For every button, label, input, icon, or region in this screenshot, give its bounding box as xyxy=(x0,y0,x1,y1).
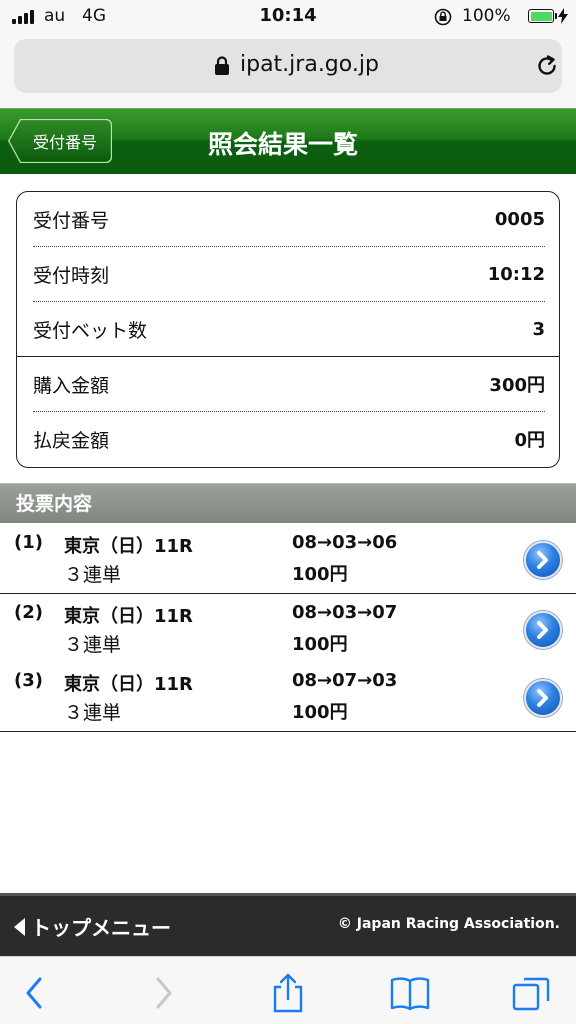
tabs-icon[interactable] xyxy=(512,973,552,1013)
receipt-number-label: 受付番号 xyxy=(33,209,110,232)
receipt-time-label: 受付時刻 xyxy=(33,264,110,287)
bet-row[interactable]: (1) 東京（日）11R ３連単 08→03→06 100円 xyxy=(0,524,576,594)
payout-amount-label: 払戻金額 xyxy=(33,429,110,452)
bet-combination: 08→03→06 xyxy=(292,532,398,553)
bet-index: (1) xyxy=(14,532,43,553)
browser-address-area: ipat.jra.go.jp xyxy=(0,34,576,108)
receipt-number-value: 0005 xyxy=(494,208,545,230)
payout-amount-value: 0円 xyxy=(514,430,545,451)
bookmarks-icon[interactable] xyxy=(390,973,430,1013)
detail-arrow-icon[interactable] xyxy=(524,611,562,649)
copyright-text: © Japan Racing Association. xyxy=(337,916,560,932)
page-title: 照会結果一覧 xyxy=(207,130,358,159)
address-bar[interactable]: ipat.jra.go.jp xyxy=(14,39,562,93)
bet-count-row: 受付ベット数 3 xyxy=(33,302,545,356)
battery-icon xyxy=(528,9,557,23)
footer-bar: トップメニュー © Japan Racing Association. xyxy=(0,893,576,956)
detail-arrow-icon[interactable] xyxy=(524,541,562,579)
charging-bolt-icon xyxy=(558,8,568,24)
bet-index: (2) xyxy=(14,602,43,623)
section-header: 投票内容 xyxy=(0,483,576,523)
app-header: 受付番号 照会結果一覧 xyxy=(0,108,576,174)
bet-row[interactable]: (2) 東京（日）11R ３連単 08→03→07 100円 xyxy=(0,594,576,664)
bet-amount: 100円 xyxy=(292,634,348,655)
bet-type: ３連単 xyxy=(64,564,122,586)
bet-type: ３連単 xyxy=(64,702,122,724)
bet-count-label: 受付ベット数 xyxy=(33,319,148,342)
bet-count-value: 3 xyxy=(532,318,545,340)
bet-index: (3) xyxy=(14,670,43,691)
payout-amount-row: 払戻金額 0円 xyxy=(33,412,545,466)
top-menu-link[interactable]: トップメニュー xyxy=(14,912,171,941)
bet-race: 東京（日）11R xyxy=(64,674,193,695)
bet-row[interactable]: (3) 東京（日）11R ３連単 08→07→03 100円 xyxy=(0,662,576,732)
url-text: ipat.jra.go.jp xyxy=(240,52,379,77)
browser-toolbar xyxy=(0,956,576,1024)
bet-amount: 100円 xyxy=(292,702,348,723)
reload-icon[interactable] xyxy=(534,53,560,79)
forward-chevron-icon[interactable] xyxy=(142,973,182,1013)
purchase-amount-value: 300円 xyxy=(489,375,545,396)
bet-amount: 100円 xyxy=(292,564,348,585)
detail-arrow-icon[interactable] xyxy=(524,679,562,717)
bet-combination: 08→07→03 xyxy=(292,670,398,691)
top-menu-label: トップメニュー xyxy=(31,916,171,940)
bet-race: 東京（日）11R xyxy=(64,536,193,557)
status-bar: au 4G 10:14 100% xyxy=(0,0,576,34)
bet-type: ３連単 xyxy=(64,634,122,656)
purchase-amount-row: 購入金額 300円 xyxy=(33,357,545,411)
bet-combination: 08→03→07 xyxy=(292,602,398,623)
receipt-time-value: 10:12 xyxy=(487,263,545,285)
summary-card: 受付番号 0005 受付時刻 10:12 受付ベット数 3 購入金額 300円 … xyxy=(16,191,560,468)
rotation-lock-icon xyxy=(434,8,452,26)
share-icon[interactable] xyxy=(268,973,308,1013)
lock-icon xyxy=(215,56,229,75)
purchase-amount-label: 購入金額 xyxy=(33,374,110,397)
back-chevron-icon[interactable] xyxy=(16,973,56,1013)
receipt-number-row: 受付番号 0005 xyxy=(33,192,545,246)
receipt-time-row: 受付時刻 10:12 xyxy=(33,247,545,301)
battery-percent: 100% xyxy=(462,6,511,26)
triangle-left-icon xyxy=(14,917,25,936)
bet-race: 東京（日）11R xyxy=(64,606,193,627)
